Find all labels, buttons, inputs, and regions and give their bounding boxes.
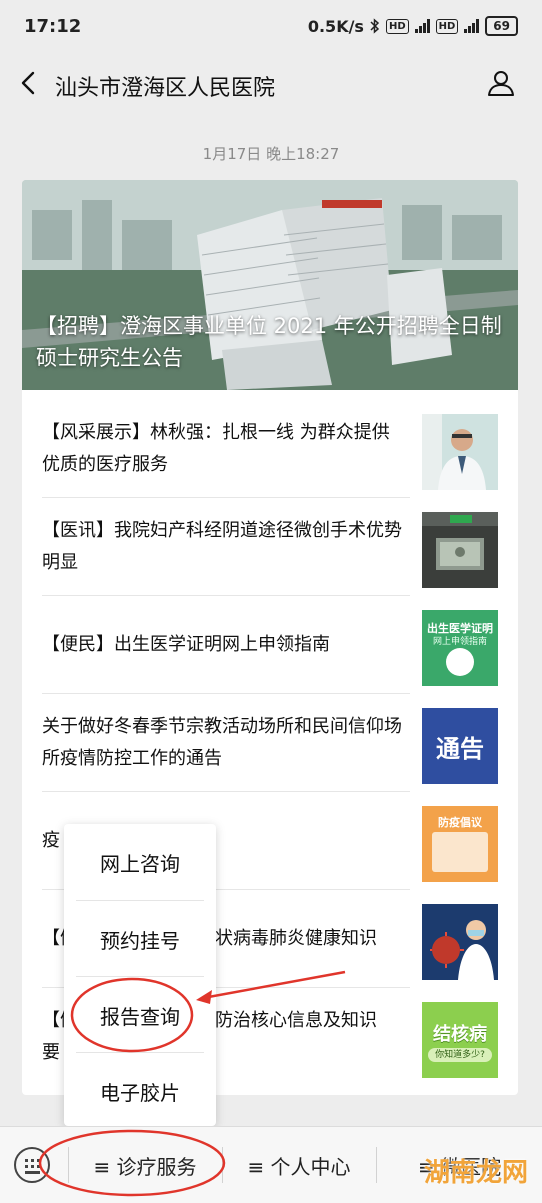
qr-placeholder: [446, 648, 474, 676]
notice-thumbnail: 通告: [422, 708, 498, 784]
profile-icon[interactable]: [486, 68, 516, 98]
list-item[interactable]: 【医讯】我院妇产科经阴道途径微创手术优势明显: [42, 498, 498, 596]
item-title: 【便民】出生医学证明网上申领指南: [42, 634, 330, 655]
hd-badge: HD: [385, 18, 409, 34]
network-speed: 0.5K/s: [307, 16, 364, 36]
birth-certificate-thumbnail: 出生医学证明 网上申领指南: [422, 610, 498, 686]
item-title-line2: 要: [42, 1042, 60, 1063]
hero-title: 【招聘】澄海区事业单位 2021 年公开招聘全日制硕士研究生公告: [36, 314, 502, 370]
epidemic-thumbnail: 防疫倡议: [422, 806, 498, 882]
message-timestamp: 1月17日 晚上18:27: [202, 145, 340, 163]
item-title: 【医讯】我院妇产科经阴道途径微创手术优势明显: [42, 520, 402, 573]
nav-bar: 汕头市澄海区人民医院: [0, 56, 542, 114]
tab-medical-services[interactable]: ≡ 诊疗服务: [69, 1127, 221, 1203]
page-title: 汕头市澄海区人民医院: [55, 76, 276, 101]
doctor-thumbnail: [422, 414, 498, 490]
virus-thumbnail: [422, 904, 498, 980]
signal-icon: [414, 19, 430, 33]
list-item[interactable]: 关于做好冬春季节宗教活动场所和民间信仰场所疫情防控工作的通告 通告: [42, 694, 498, 792]
watermark: 湖南龙网: [423, 1158, 528, 1188]
item-title: 关于做好冬春季节宗教活动场所和民间信仰场所疫情防控工作的通告: [42, 716, 402, 769]
thumb-notice-label: 通告: [436, 734, 484, 763]
status-bar: 17:12 0.5K/s HD HD 69: [0, 0, 542, 56]
status-time: 17:12: [24, 16, 82, 37]
item-title-right: 状病毒肺炎健康知识: [215, 928, 377, 949]
bluetooth-icon: [370, 18, 380, 34]
item-title-right: 防治核心信息及知识: [215, 1010, 377, 1031]
back-arrow-icon[interactable]: [14, 68, 44, 98]
surgery-thumbnail: [422, 512, 498, 588]
tuberculosis-thumbnail: 结核病 你知道多少?: [422, 1002, 498, 1078]
menu-item-report-query[interactable]: 报告查询: [64, 977, 216, 1053]
status-right: 0.5K/s HD HD 69: [308, 16, 518, 36]
list-item[interactable]: 【便民】出生医学证明网上申领指南 出生医学证明 网上申领指南: [42, 596, 498, 694]
thumb-epidemic-body: [432, 832, 488, 872]
keyboard-icon[interactable]: [14, 1147, 50, 1183]
battery-icon: 69: [485, 16, 518, 36]
item-title: 【风采展示】林秋强：扎根一线 为群众提供优质的医疗服务: [42, 422, 390, 475]
thumb-cert-subtitle: 网上申领指南: [432, 637, 487, 647]
hd-badge-2: HD: [435, 18, 459, 34]
hero-article[interactable]: 【招聘】澄海区事业单位 2021 年公开招聘全日制硕士研究生公告: [22, 180, 518, 390]
thumb-tb-label: 结核病: [433, 1024, 487, 1045]
thumb-epidemic-label: 防疫倡议: [438, 816, 482, 829]
service-menu-popup: 网上咨询 预约挂号 报告查询 电子胶片: [64, 824, 216, 1126]
signal-icon-2: [464, 19, 480, 33]
thumb-tb-sub: 你知道多少?: [428, 1048, 492, 1062]
menu-item-online-consult[interactable]: 网上咨询: [64, 824, 216, 900]
tab-personal-center[interactable]: ≡ 个人中心: [223, 1127, 375, 1203]
menu-item-e-film[interactable]: 电子胶片: [64, 1053, 216, 1129]
list-item[interactable]: 【风采展示】林秋强：扎根一线 为群众提供优质的医疗服务: [42, 400, 498, 498]
menu-item-appointment[interactable]: 预约挂号: [64, 901, 216, 977]
